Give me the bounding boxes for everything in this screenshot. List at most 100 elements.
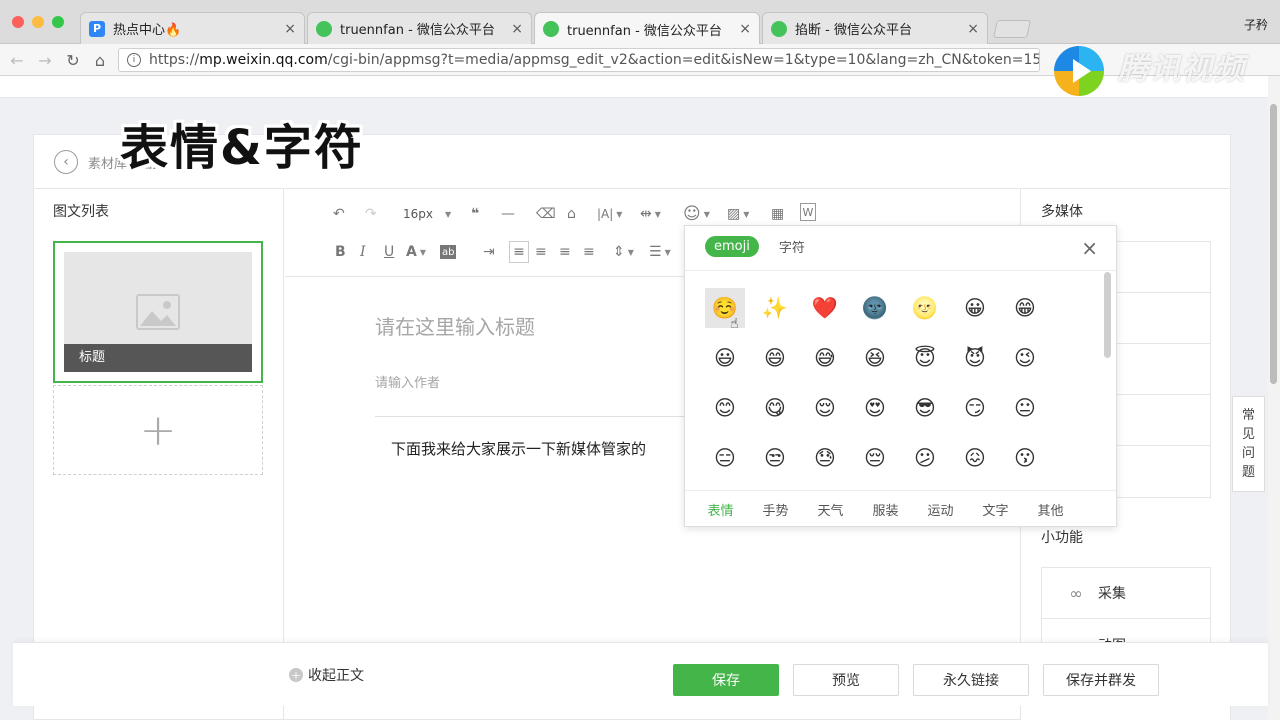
paragraph-spacing-icon[interactable]: ☰ ▼ [649, 241, 671, 263]
underline-icon[interactable]: U [384, 241, 394, 263]
preview-button[interactable]: 预览 [793, 664, 899, 696]
tab-emoji[interactable]: emoji [705, 236, 759, 257]
align-left-icon[interactable]: ≡ [509, 241, 529, 263]
template-icon[interactable]: ▦ [771, 203, 784, 225]
page-scrollbar-thumb[interactable] [1270, 104, 1277, 384]
emoji-category-tab[interactable]: 文字 [968, 500, 1023, 519]
emoji-cell[interactable]: ❤️ [805, 288, 845, 328]
home-icon[interactable]: ⌂ [89, 49, 111, 71]
emoji-cell[interactable]: 😇 [905, 338, 945, 378]
browser-user-name[interactable]: 子矜 [1244, 16, 1268, 33]
reload-icon[interactable]: ↻ [62, 49, 84, 71]
emoji-cell[interactable]: 🌚 [855, 288, 895, 328]
letter-spacing-icon[interactable]: |A| ▼ [597, 203, 622, 225]
title-input[interactable]: 请在这里输入标题 [375, 311, 535, 340]
emoji-cell[interactable]: 😔 [855, 438, 895, 478]
emoji-cell[interactable]: 😉 [1005, 338, 1045, 378]
browser-tab-wechat-active[interactable]: truennfan - 微信公众平台 × [534, 12, 760, 45]
line-indent-icon[interactable]: ⇹ ▼ [640, 203, 661, 225]
emoji-category-tab[interactable]: 运动 [913, 500, 968, 519]
tab-close-icon[interactable]: × [511, 21, 523, 37]
add-article-button[interactable]: + [53, 385, 263, 475]
tab-close-icon[interactable]: × [967, 21, 979, 37]
emoji-scrollbar-thumb[interactable] [1104, 272, 1111, 358]
bold-icon[interactable]: B [335, 241, 346, 263]
tab-characters[interactable]: 字符 [779, 237, 805, 256]
align-right-icon[interactable]: ≡ [559, 241, 571, 263]
align-justify-icon[interactable]: ≡ [583, 241, 595, 263]
feature-item-label: 采集 [1098, 586, 1126, 602]
save-and-send-button[interactable]: 保存并群发 [1043, 664, 1159, 696]
browser-tab-hot-center[interactable]: P 热点中心🔥 × [80, 12, 305, 44]
emoji-cell[interactable]: 😁 [1005, 288, 1045, 328]
browser-tab-wechat-1[interactable]: truennfan - 微信公众平台 × [307, 12, 532, 44]
emoji-category-tab[interactable]: 服装 [858, 500, 913, 519]
emoji-cell[interactable]: 😋 [755, 388, 795, 428]
blockquote-icon[interactable]: ❝ [471, 203, 479, 225]
line-height-icon[interactable]: ⇕ ▼ [613, 241, 634, 263]
emoji-cell[interactable]: 😃 [705, 338, 745, 378]
emoji-cell[interactable]: ☺️ ☝ [705, 288, 745, 332]
article-card[interactable]: 标题 [53, 241, 263, 383]
emoji-cell[interactable]: 😕 [905, 438, 945, 478]
close-icon[interactable]: × [1081, 236, 1098, 260]
forward-icon[interactable]: → [34, 49, 56, 71]
minimize-window-button[interactable] [32, 16, 44, 28]
tab-close-icon[interactable]: × [284, 21, 296, 37]
article-body[interactable]: 下面我来给大家展示一下新媒体管家的 [391, 438, 646, 459]
emoji-cell[interactable]: ✨ [755, 288, 795, 328]
font-color-icon[interactable]: A ▼ [406, 241, 426, 263]
emoji-cell[interactable]: 😆 [855, 338, 895, 378]
emoji-cell[interactable]: 😖 [955, 438, 995, 478]
author-input[interactable]: 请输入作者 [375, 372, 440, 391]
emoji-cell[interactable]: 😈 [955, 338, 995, 378]
emoji-cell[interactable]: 😍 [855, 388, 895, 428]
clear-format-icon[interactable]: ⌂ [567, 203, 576, 225]
zoom-window-button[interactable] [52, 16, 64, 28]
emoji-cell[interactable]: 😀 [955, 288, 995, 328]
wechat-favicon-icon [543, 21, 559, 37]
horizontal-rule-icon[interactable]: — [501, 203, 515, 225]
word-import-icon[interactable]: W [800, 203, 816, 221]
browser-tab-wechat-3[interactable]: 掐断 - 微信公众平台 × [762, 12, 988, 44]
emoji-cell[interactable]: 😎 [905, 388, 945, 428]
new-tab-button[interactable] [993, 20, 1031, 38]
emoji-category-tab[interactable]: 表情 [693, 500, 748, 519]
address-bar[interactable]: i https://mp.weixin.qq.com/cgi-bin/appms… [118, 48, 1040, 72]
italic-icon[interactable]: I [360, 241, 366, 263]
insert-image-icon[interactable]: ▨ ▼ [727, 203, 749, 225]
close-window-button[interactable] [12, 16, 24, 28]
emoji-cell[interactable]: 😐 [1005, 388, 1045, 428]
undo-icon[interactable]: ↶ [333, 203, 345, 225]
emoji-cell[interactable]: 😌 [805, 388, 845, 428]
emoji-category-tab[interactable]: 手势 [748, 500, 803, 519]
back-circle-icon[interactable]: ‹ [54, 150, 78, 174]
emoji-cell[interactable]: 🌝 [905, 288, 945, 328]
align-center-icon[interactable]: ≡ [535, 241, 547, 263]
redo-icon[interactable]: ↷ [365, 203, 377, 225]
emoji-cell[interactable]: 😒 [755, 438, 795, 478]
emoji-icon[interactable]: ☺ ▼ [683, 203, 710, 225]
permalink-button[interactable]: 永久链接 [913, 664, 1029, 696]
background-color-icon[interactable]: ab [440, 245, 457, 259]
indent-icon[interactable]: ⇥ [483, 241, 495, 263]
feature-item-collect[interactable]: ∞ 采集 [1042, 568, 1210, 619]
emoji-cell[interactable]: 😗 [1005, 438, 1045, 478]
emoji-cell[interactable]: 😓 [805, 438, 845, 478]
emoji-cell[interactable]: 😊 [705, 388, 745, 428]
font-size-select[interactable]: 16px ▼ [403, 203, 451, 225]
emoji-category-tab[interactable]: 天气 [803, 500, 858, 519]
back-icon[interactable]: ← [6, 49, 28, 71]
emoji-cell[interactable]: 😅 [805, 338, 845, 378]
format-brush-icon[interactable]: ⌫ [536, 203, 556, 225]
emoji-cell[interactable]: 😏 [955, 388, 995, 428]
emoji-category-tab[interactable]: 其他 [1023, 500, 1078, 519]
emoji-cell[interactable]: 😑 [705, 438, 745, 478]
save-button[interactable]: 保存 [673, 664, 779, 696]
collapse-body-button[interactable]: + 收起正文 [289, 665, 364, 685]
info-icon[interactable]: i [127, 53, 141, 67]
faq-button[interactable]: 常 见 问 题 [1232, 396, 1265, 492]
emoji-cell[interactable]: 😄 [755, 338, 795, 378]
wechat-favicon-icon [771, 20, 787, 37]
tab-close-icon[interactable]: × [739, 21, 751, 37]
